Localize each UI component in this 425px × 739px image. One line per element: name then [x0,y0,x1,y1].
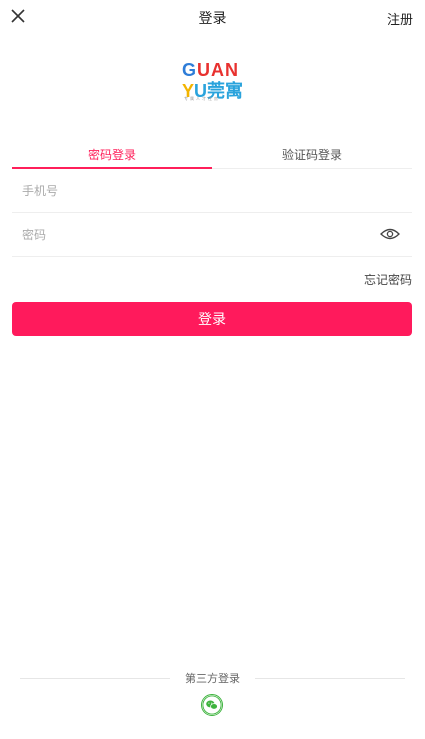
guanyu-logo: GUAN YU莞寓 专属人才住房 [180,60,244,106]
phone-field [12,169,412,213]
password-field [12,213,412,257]
page-title: 登录 [198,11,227,27]
divider-right [255,678,405,679]
password-input[interactable] [22,225,362,245]
forgot-password-link[interactable]: 忘记密码 [364,271,412,288]
logo-tagline: 专属人才住房 [184,96,220,101]
top-bar: 登录 注册 [0,0,425,36]
third-party-login: 第三方登录 [20,670,405,686]
login-button[interactable]: 登录 [12,302,412,336]
wechat-icon[interactable] [201,694,223,716]
register-link[interactable]: 注册 [387,9,413,28]
tab-password-login[interactable]: 密码登录 [12,142,212,168]
tab-code-login[interactable]: 验证码登录 [212,142,412,168]
login-tabs: 密码登录 验证码登录 [12,142,412,169]
eye-icon[interactable] [380,227,400,241]
phone-input[interactable] [22,181,362,201]
